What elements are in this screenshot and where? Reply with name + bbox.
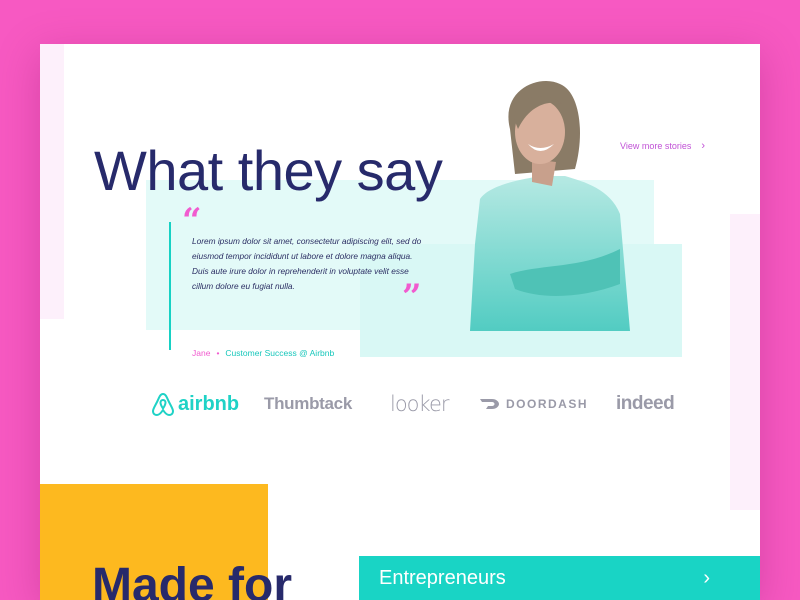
indeed-logo: indeed bbox=[616, 393, 675, 414]
doordash-logo: DOORDASH bbox=[480, 384, 588, 424]
doordash-wordmark: DOORDASH bbox=[506, 397, 589, 411]
chevron-right-icon: › bbox=[701, 140, 706, 152]
view-more-stories-link[interactable]: View more stories › bbox=[620, 140, 705, 152]
entrepreneurs-label: Entrepreneurs bbox=[379, 566, 506, 589]
thumbtack-logo: Thumbtack bbox=[264, 394, 352, 413]
section-title: What they say bbox=[94, 139, 443, 202]
author-role: Customer Success @ Airbnb bbox=[225, 348, 335, 358]
view-more-label: View more stories bbox=[620, 141, 692, 151]
open-quote-icon: “ bbox=[182, 201, 202, 241]
airbnb-wordmark: airbnb bbox=[178, 392, 240, 415]
entrepreneurs-button[interactable]: Entrepreneurs › bbox=[359, 556, 760, 600]
decorative-left-panel bbox=[40, 44, 64, 319]
airbnb-logo: airbnb bbox=[152, 384, 239, 424]
chevron-right-icon: › bbox=[703, 567, 710, 589]
author-name: Jane bbox=[192, 348, 211, 358]
page-card: What they say View more stories › “ Lore… bbox=[40, 44, 760, 600]
close-quote-icon: ” bbox=[402, 277, 422, 317]
separator: • bbox=[216, 348, 220, 358]
looker-logo: looker bbox=[390, 392, 449, 416]
testimonial-attribution: Jane • Customer Success @ Airbnb bbox=[192, 348, 334, 358]
client-logos: airbnb Thumbtack looker DOORDASH indeed bbox=[150, 384, 690, 424]
airbnb-icon bbox=[152, 392, 174, 416]
made-for-title: Made for bbox=[92, 559, 293, 600]
quote-accent-bar bbox=[169, 222, 171, 350]
testimonial-quote: Lorem ipsum dolor sit amet, consectetur … bbox=[192, 236, 422, 291]
testimonial-photo bbox=[470, 81, 630, 331]
decorative-right-panel bbox=[730, 214, 760, 510]
doordash-icon bbox=[480, 399, 499, 409]
